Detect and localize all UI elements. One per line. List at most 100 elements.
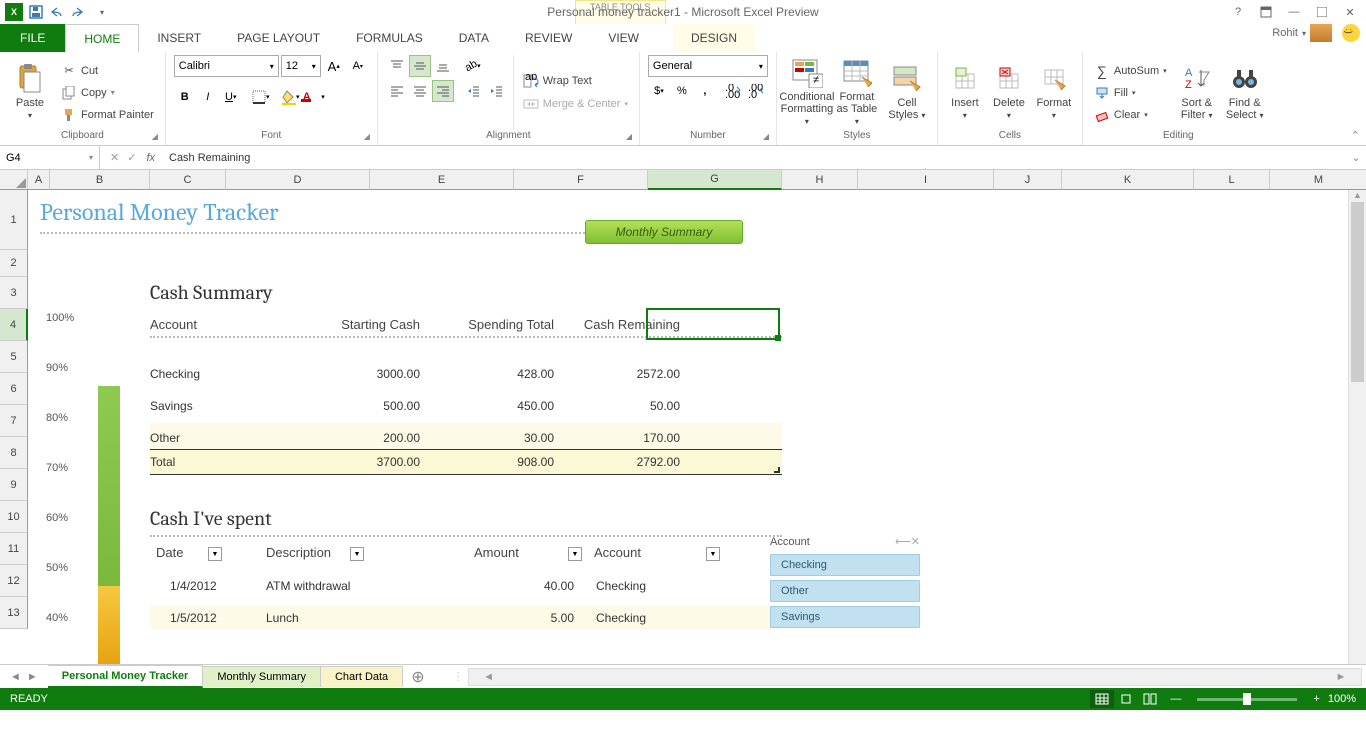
page-break-view-button[interactable]	[1138, 690, 1162, 708]
zoom-in-button[interactable]: +	[1313, 693, 1319, 705]
row-header-12[interactable]: 12	[0, 565, 28, 597]
col-header-B[interactable]: B	[50, 170, 150, 190]
table-cell[interactable]: 40.00	[504, 579, 574, 593]
formulas-tab[interactable]: FORMULAS	[338, 24, 441, 52]
clear-button[interactable]: Clear ▾	[1091, 105, 1170, 125]
next-sheet-button[interactable]: ►	[27, 671, 38, 683]
slicer-item[interactable]: Savings	[770, 606, 920, 628]
row-header-9[interactable]: 9	[0, 469, 28, 501]
wrap-text-button[interactable]: abWrap Text	[520, 71, 631, 91]
excel-icon[interactable]: X	[4, 2, 24, 22]
zoom-level[interactable]: 100%	[1328, 693, 1356, 705]
align-left-button[interactable]	[386, 80, 408, 102]
data-tab[interactable]: DATA	[441, 24, 507, 52]
total-cell[interactable]: 908.00	[454, 455, 554, 469]
table-cell[interactable]: Checking	[150, 367, 290, 381]
select-all-corner[interactable]	[0, 170, 28, 190]
row-header-11[interactable]: 11	[0, 533, 28, 565]
insert-cells-button[interactable]: Insert▾	[946, 55, 984, 130]
slicer-item[interactable]: Other	[770, 580, 920, 602]
row-header-3[interactable]: 3	[0, 277, 28, 309]
undo-button[interactable]	[48, 2, 68, 22]
cancel-formula-button[interactable]: ✕	[110, 151, 119, 164]
filter-dropdown[interactable]: ▼	[706, 547, 720, 561]
table-cell[interactable]: 450.00	[454, 399, 554, 413]
total-cell[interactable]: 3700.00	[320, 455, 420, 469]
col-header-D[interactable]: D	[226, 170, 370, 190]
table-cell[interactable]: 170.00	[580, 431, 680, 445]
autosum-button[interactable]: ∑AutoSum ▾	[1091, 61, 1170, 81]
merge-center-button[interactable]: Merge & Center ▾	[520, 94, 631, 114]
percent-button[interactable]: %	[671, 80, 693, 102]
col-header-I[interactable]: I	[858, 170, 994, 190]
table-cell[interactable]: Other	[150, 431, 290, 445]
close-button[interactable]: ✕	[1338, 2, 1362, 22]
table-cell[interactable]: 500.00	[320, 399, 420, 413]
row-header-10[interactable]: 10	[0, 501, 28, 533]
file-tab[interactable]: FILE	[0, 24, 65, 52]
help-button[interactable]: ?	[1226, 2, 1250, 22]
table-cell[interactable]: 5.00	[504, 611, 574, 625]
minimize-button[interactable]: —	[1282, 2, 1306, 22]
cells-area[interactable]: Personal Money TrackerMonthly SummaryCas…	[28, 190, 1348, 664]
row-header-6[interactable]: 6	[0, 373, 28, 405]
align-center-button[interactable]	[409, 80, 431, 102]
new-sheet-button[interactable]: ⊕	[403, 667, 432, 687]
row-header-7[interactable]: 7	[0, 405, 28, 437]
table-resize-handle[interactable]	[774, 467, 780, 473]
col-header-L[interactable]: L	[1194, 170, 1270, 190]
table-cell[interactable]: 50.00	[580, 399, 680, 413]
fx-icon[interactable]: fx	[146, 152, 163, 164]
align-top-button[interactable]	[386, 55, 408, 77]
col-header-G[interactable]: G	[648, 170, 782, 190]
table-cell[interactable]: 30.00	[454, 431, 554, 445]
sort-filter-button[interactable]: AZSort & Filter ▾	[1176, 55, 1218, 130]
table-cell[interactable]: 2572.00	[580, 367, 680, 381]
alignment-launcher[interactable]: ◢	[626, 132, 636, 142]
col-header-A[interactable]: A	[28, 170, 50, 190]
name-box[interactable]: G4▾	[0, 146, 100, 169]
clipboard-launcher[interactable]: ◢	[152, 132, 162, 142]
align-right-button[interactable]	[432, 80, 454, 102]
col-header-J[interactable]: J	[994, 170, 1062, 190]
comma-button[interactable]: ,	[694, 80, 716, 102]
table-cell[interactable]: Savings	[150, 399, 290, 413]
decrease-decimal-button[interactable]: .00.0	[745, 80, 767, 102]
col-header-F[interactable]: F	[514, 170, 648, 190]
vertical-scrollbar[interactable]: ▲	[1348, 190, 1366, 664]
align-bottom-button[interactable]	[432, 55, 454, 77]
decrease-font-button[interactable]: A▾	[347, 55, 369, 77]
table-cell[interactable]: 200.00	[320, 431, 420, 445]
sheet-tab-chart[interactable]: Chart Data	[321, 666, 403, 687]
increase-decimal-button[interactable]: .0.00	[722, 80, 744, 102]
conditional-formatting-button[interactable]: ≠Conditional Formatting ▾	[785, 55, 829, 130]
design-tab[interactable]: DESIGN	[673, 24, 755, 52]
formula-input[interactable]: Cash Remaining	[163, 152, 1346, 164]
ribbon-display-options[interactable]	[1254, 2, 1278, 22]
sheet-tab-monthly[interactable]: Monthly Summary	[203, 666, 321, 687]
maximize-button[interactable]	[1310, 2, 1334, 22]
save-button[interactable]	[26, 2, 46, 22]
find-select-button[interactable]: Find & Select ▾	[1224, 55, 1266, 130]
row-header-5[interactable]: 5	[0, 341, 28, 373]
user-account[interactable]: Rohit ▾	[1272, 24, 1332, 42]
format-as-table-button[interactable]: Format as Table ▾	[835, 55, 879, 130]
fill-button[interactable]: Fill ▾	[1091, 83, 1170, 103]
orientation-button[interactable]: ab▾	[462, 55, 484, 77]
expand-formula-bar[interactable]: ⌄	[1346, 151, 1366, 164]
insert-tab[interactable]: INSERT	[139, 24, 219, 52]
align-middle-button[interactable]	[409, 55, 431, 77]
underline-button[interactable]: U▾	[220, 86, 242, 108]
border-button[interactable]: ▾	[250, 86, 272, 108]
review-tab[interactable]: REVIEW	[507, 24, 590, 52]
table-cell[interactable]: 428.00	[454, 367, 554, 381]
increase-indent-button[interactable]	[485, 80, 507, 102]
slicer-item[interactable]: Checking	[770, 554, 920, 576]
zoom-slider[interactable]	[1197, 698, 1297, 701]
row-header-2[interactable]: 2	[0, 250, 28, 277]
number-format-select[interactable]: General▾	[648, 55, 768, 77]
increase-font-button[interactable]: A▴	[323, 55, 345, 77]
filter-dropdown[interactable]: ▼	[350, 547, 364, 561]
view-tab[interactable]: VIEW	[590, 24, 657, 52]
delete-cells-button[interactable]: Delete▾	[990, 55, 1028, 130]
